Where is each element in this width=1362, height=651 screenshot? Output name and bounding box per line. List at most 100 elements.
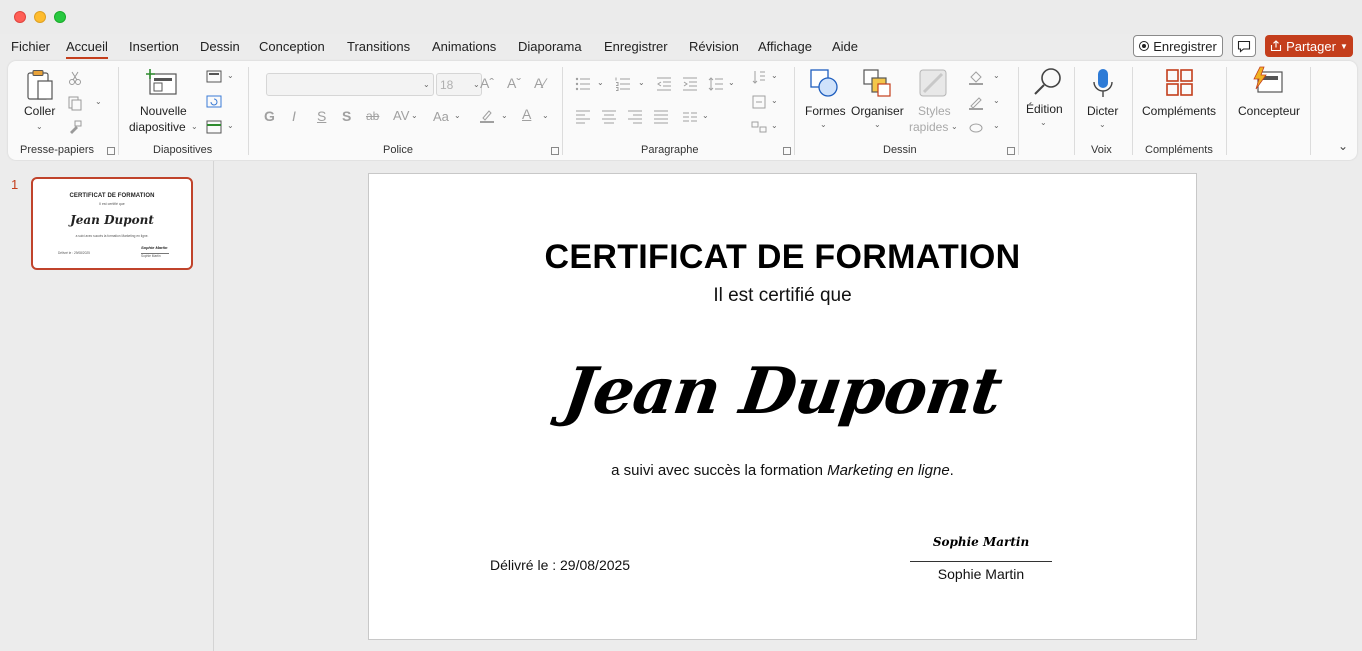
clear-formatting-icon[interactable]: A∕: [534, 75, 546, 91]
chevron-down-icon[interactable]: ⌄: [227, 71, 234, 80]
bullets-icon[interactable]: [575, 76, 591, 92]
minimize-window-button[interactable]: [34, 11, 46, 23]
cut-icon[interactable]: [67, 70, 83, 86]
certificate-subtitle[interactable]: Il est certifié que: [369, 285, 1196, 307]
chevron-down-icon[interactable]: ⌄: [597, 78, 604, 87]
columns-icon[interactable]: [682, 109, 698, 125]
quick-styles-button[interactable]: Styles rapides ⌄: [906, 67, 960, 137]
tab-fichier[interactable]: Fichier: [11, 39, 50, 54]
chevron-down-icon[interactable]: ⌄: [638, 78, 645, 87]
chevron-down-icon[interactable]: ⌄: [227, 121, 234, 130]
close-window-button[interactable]: [14, 11, 26, 23]
clipboard-launcher-icon[interactable]: [107, 147, 115, 155]
tab-conception[interactable]: Conception: [259, 39, 325, 54]
shape-outline-icon[interactable]: [968, 94, 984, 110]
smartart-icon[interactable]: [751, 119, 767, 135]
new-slide-button[interactable]: Nouvelle diapositive ⌄: [126, 67, 200, 137]
shape-fill-icon[interactable]: [968, 69, 984, 85]
text-direction-icon[interactable]: [751, 69, 767, 85]
chevron-down-icon[interactable]: ⌄: [501, 111, 508, 120]
ribbon-collapse-chevron-icon[interactable]: ⌄: [1338, 139, 1348, 153]
drawing-group-label: Dessin: [883, 144, 917, 156]
increase-indent-icon[interactable]: [682, 76, 698, 92]
justify-icon[interactable]: [653, 109, 669, 125]
align-text-icon[interactable]: [751, 94, 767, 110]
align-left-icon[interactable]: [575, 109, 591, 125]
addins-button[interactable]: Compléments: [1138, 67, 1222, 137]
copy-icon[interactable]: [67, 95, 83, 111]
chevron-down-icon[interactable]: ⌄: [993, 121, 1000, 130]
clipboard-group-label: Presse-papiers: [20, 144, 94, 156]
share-button[interactable]: Partager ▼: [1265, 35, 1353, 57]
underline-button[interactable]: S: [317, 108, 326, 124]
chevron-down-icon[interactable]: ⌄: [542, 111, 549, 120]
reset-slide-icon[interactable]: [206, 94, 222, 110]
chevron-down-icon[interactable]: ⌄: [993, 96, 1000, 105]
italic-button[interactable]: I: [292, 108, 296, 124]
tab-affichage[interactable]: Affichage: [758, 39, 812, 54]
paste-button[interactable]: Coller ⌄: [20, 67, 60, 131]
tab-insertion[interactable]: Insertion: [129, 39, 179, 54]
shapes-button[interactable]: Formes ⌄: [803, 67, 846, 137]
chevron-down-icon[interactable]: ⌄: [454, 111, 461, 120]
shape-effects-icon[interactable]: [968, 119, 984, 135]
chevron-down-icon[interactable]: ⌄: [702, 111, 709, 120]
signature[interactable]: Sophie Martin: [910, 535, 1052, 549]
decrease-indent-icon[interactable]: [656, 76, 672, 92]
comments-button[interactable]: [1232, 35, 1256, 57]
certificate-title[interactable]: CERTIFICAT DE FORMATION: [369, 238, 1196, 277]
tab-dessin[interactable]: Dessin: [200, 39, 240, 54]
record-button[interactable]: Enregistrer: [1133, 35, 1223, 57]
strikethrough-button[interactable]: ab: [366, 109, 379, 123]
certificate-description[interactable]: a suivi avec succès la formation Marketi…: [369, 462, 1196, 479]
font-launcher-icon[interactable]: [551, 147, 559, 155]
tab-revision[interactable]: Révision: [689, 39, 739, 54]
font-color-button[interactable]: A: [522, 106, 531, 122]
chevron-down-icon[interactable]: ⌄: [728, 78, 735, 87]
editing-button[interactable]: Édition ⌄: [1022, 65, 1070, 135]
chevron-down-icon: ⌄: [951, 122, 958, 131]
designer-button[interactable]: Concepteur: [1232, 65, 1306, 135]
recipient-name[interactable]: Jean Dupont: [364, 354, 1202, 429]
drawing-launcher-icon[interactable]: [1007, 147, 1015, 155]
chevron-down-icon[interactable]: ⌄: [411, 111, 418, 120]
numbering-icon[interactable]: [615, 76, 631, 92]
chevron-down-icon[interactable]: ⌄: [771, 96, 778, 105]
format-painter-icon[interactable]: [67, 119, 83, 135]
addins-label: Compléments: [1142, 104, 1217, 118]
align-center-icon[interactable]: [601, 109, 617, 125]
layout-icon[interactable]: [206, 69, 222, 85]
font-family-select[interactable]: ⌄: [266, 73, 434, 96]
paragraph-launcher-icon[interactable]: [783, 147, 791, 155]
chevron-down-icon[interactable]: ⌄: [993, 71, 1000, 80]
line-spacing-icon[interactable]: [708, 76, 724, 92]
decrease-font-icon[interactable]: Aˇ: [507, 75, 521, 91]
character-spacing-button[interactable]: AV: [393, 108, 409, 123]
slide-1[interactable]: CERTIFICAT DE FORMATION Il est certifié …: [368, 173, 1197, 640]
chevron-down-icon[interactable]: ⌄: [771, 121, 778, 130]
chevron-down-icon[interactable]: ⌄: [771, 71, 778, 80]
slide-thumbnail-1[interactable]: CERTIFICAT DE FORMATION Il est certifié …: [31, 177, 193, 270]
chevron-down-icon[interactable]: ⌄: [95, 97, 102, 106]
issue-date[interactable]: Délivré le : 29/08/2025: [490, 557, 630, 573]
arrange-button[interactable]: Organiser ⌄: [848, 67, 906, 137]
increase-font-icon[interactable]: Aˆ: [480, 75, 494, 91]
highlight-icon[interactable]: [479, 108, 495, 124]
dictate-button[interactable]: Dicter ⌄: [1080, 67, 1128, 137]
tab-animations[interactable]: Animations: [432, 39, 496, 54]
tab-aide[interactable]: Aide: [832, 39, 858, 54]
maximize-window-button[interactable]: [54, 11, 66, 23]
section-icon[interactable]: [206, 119, 222, 135]
thumb-signature: Sophie Martin: [141, 245, 168, 250]
quick-styles-icon: [919, 69, 947, 97]
tab-enregistrer[interactable]: Enregistrer: [604, 39, 668, 54]
tab-transitions[interactable]: Transitions: [347, 39, 410, 54]
font-size-select[interactable]: 18 ⌄: [436, 73, 482, 96]
signatory-name[interactable]: Sophie Martin: [910, 566, 1052, 582]
tab-accueil[interactable]: Accueil: [66, 39, 108, 59]
tab-diaporama[interactable]: Diaporama: [518, 39, 582, 54]
align-right-icon[interactable]: [627, 109, 643, 125]
bold-button[interactable]: G: [264, 108, 275, 124]
change-case-button[interactable]: Aa: [433, 109, 449, 124]
text-shadow-button[interactable]: S: [342, 108, 351, 124]
